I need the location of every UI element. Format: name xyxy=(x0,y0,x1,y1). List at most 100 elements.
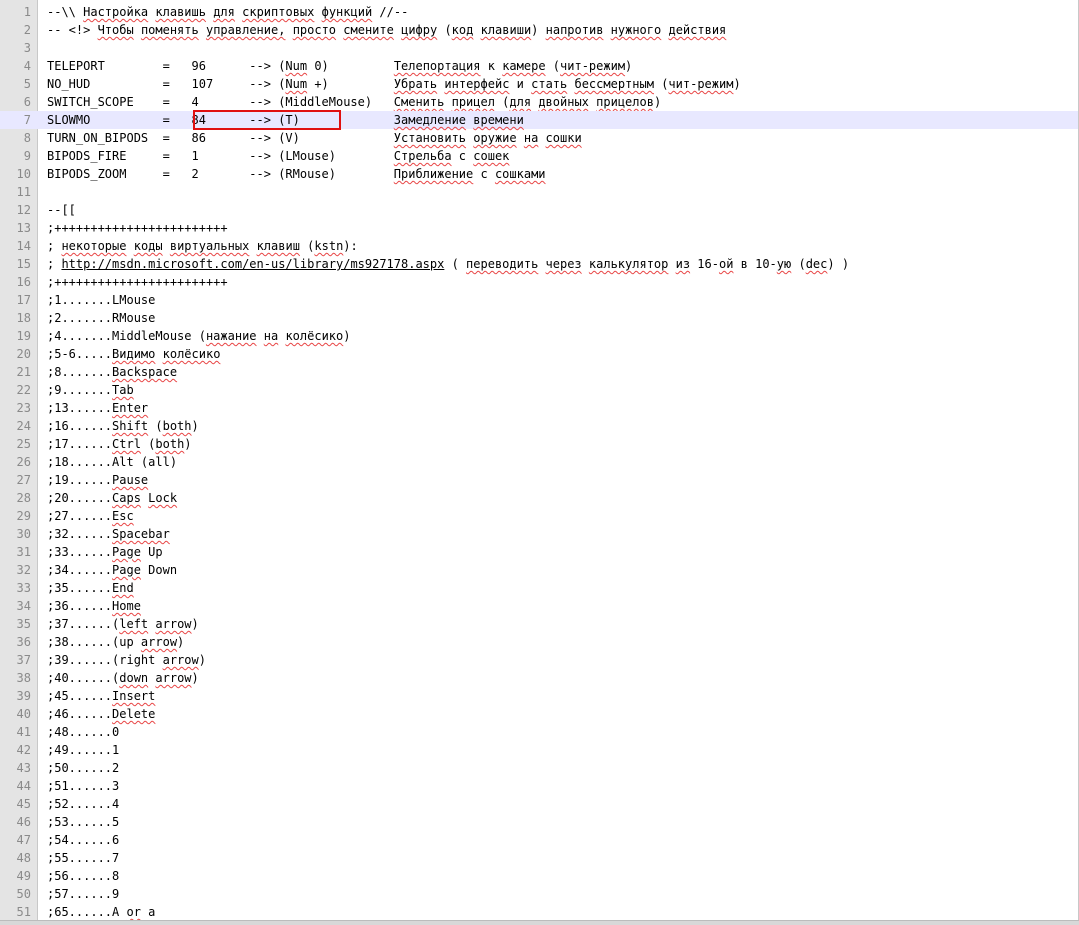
code-line[interactable]: 16 ;++++++++++++++++++++++++ xyxy=(0,273,1079,291)
code-text[interactable]: ;++++++++++++++++++++++++ xyxy=(47,273,228,291)
code-line[interactable]: 21 ;8.......Backspace xyxy=(0,363,1079,381)
code-line[interactable]: 49 ;56......8 xyxy=(0,867,1079,885)
code-line[interactable]: 30 ;32......Spacebar xyxy=(0,525,1079,543)
code-line[interactable]: 35 ;37......(left arrow) xyxy=(0,615,1079,633)
code-line[interactable]: 46 ;53......5 xyxy=(0,813,1079,831)
code-line[interactable]: 48 ;55......7 xyxy=(0,849,1079,867)
code-text[interactable]: ;36......Home xyxy=(47,597,141,615)
code-editor[interactable]: 1 --\\ Настройка клавишь для скриптовых ф… xyxy=(0,0,1079,925)
code-line[interactable]: 8 TURN_ON_BIPODS = 86 --> (V) Установить … xyxy=(0,129,1079,147)
code-text[interactable]: ;38......(up arrow) xyxy=(47,633,184,651)
code-line[interactable]: 37 ;39......(right arrow) xyxy=(0,651,1079,669)
code-line[interactable]: 36 ;38......(up arrow) xyxy=(0,633,1079,651)
code-text[interactable]: ;45......Insert xyxy=(47,687,155,705)
code-text[interactable]: ;18......Alt (all) xyxy=(47,453,177,471)
code-line[interactable]: 27 ;19......Pause xyxy=(0,471,1079,489)
code-text[interactable]: ; http://msdn.microsoft.com/en-us/librar… xyxy=(47,255,849,273)
code-text[interactable]: TELEPORT = 96 --> (Num 0) Телепортация к… xyxy=(47,57,632,75)
code-text[interactable]: ; некоторые коды виртуальных клавиш (kst… xyxy=(47,237,358,255)
code-text[interactable]: --\\ Настройка клавишь для скриптовых фу… xyxy=(47,3,408,21)
code-text[interactable]: ;52......4 xyxy=(47,795,119,813)
code-line[interactable]: 32 ;34......Page Down xyxy=(0,561,1079,579)
code-text[interactable]: ;13......Enter xyxy=(47,399,148,417)
code-text[interactable]: ;39......(right arrow) xyxy=(47,651,206,669)
current-code-line[interactable]: 7 SLOWMO = 84 --> (T) Замедление времени xyxy=(0,111,1079,129)
code-line[interactable]: 4 TELEPORT = 96 --> (Num 0) Телепортация … xyxy=(0,57,1079,75)
code-text[interactable]: ;57......9 xyxy=(47,885,119,903)
code-line[interactable]: 12 --[[ xyxy=(0,201,1079,219)
code-line[interactable]: 28 ;20......Caps Lock xyxy=(0,489,1079,507)
code-line[interactable]: 43 ;50......2 xyxy=(0,759,1079,777)
code-lines[interactable]: 1 --\\ Настройка клавишь для скриптовых ф… xyxy=(0,3,1079,921)
code-text[interactable]: SWITCH_SCOPE = 4 --> (MiddleMouse) Смени… xyxy=(47,93,661,111)
code-line[interactable]: 44 ;51......3 xyxy=(0,777,1079,795)
code-line[interactable]: 17 ;1.......LMouse xyxy=(0,291,1079,309)
code-text[interactable]: ;55......7 xyxy=(47,849,119,867)
code-text[interactable]: ;34......Page Down xyxy=(47,561,177,579)
code-line[interactable]: 14; некоторые коды виртуальных клавиш (k… xyxy=(0,237,1079,255)
code-line[interactable]: 42 ;49......1 xyxy=(0,741,1079,759)
code-line[interactable]: 31 ;33......Page Up xyxy=(0,543,1079,561)
code-text[interactable]: ;51......3 xyxy=(47,777,119,795)
code-text[interactable]: ;2.......RMouse xyxy=(47,309,155,327)
code-text[interactable]: ;46......Delete xyxy=(47,705,155,723)
code-line[interactable]: 11 xyxy=(0,183,1079,201)
code-line[interactable]: 23 ;13......Enter xyxy=(0,399,1079,417)
code-text[interactable]: ;33......Page Up xyxy=(47,543,163,561)
code-line[interactable]: 5 NO_HUD = 107 --> (Num +) Убрать интерфе… xyxy=(0,75,1079,93)
code-line[interactable]: 13 ;++++++++++++++++++++++++ xyxy=(0,219,1079,237)
code-line[interactable]: 41 ;48......0 xyxy=(0,723,1079,741)
code-text[interactable]: ;53......5 xyxy=(47,813,119,831)
code-text[interactable]: NO_HUD = 107 --> (Num +) Убрать интерфей… xyxy=(47,75,741,93)
code-line[interactable]: 50 ;57......9 xyxy=(0,885,1079,903)
code-text[interactable]: ;35......End xyxy=(47,579,134,597)
code-line[interactable]: 6 SWITCH_SCOPE = 4 --> (MiddleMouse) Смен… xyxy=(0,93,1079,111)
code-line[interactable]: 33 ;35......End xyxy=(0,579,1079,597)
code-text[interactable]: ;1.......LMouse xyxy=(47,291,155,309)
code-text[interactable]: ;27......Esc xyxy=(47,507,134,525)
horizontal-scrollbar[interactable] xyxy=(0,920,1079,925)
code-line[interactable]: 34 ;36......Home xyxy=(0,597,1079,615)
code-line[interactable]: 40 ;46......Delete xyxy=(0,705,1079,723)
code-line[interactable]: 19 ;4.......MiddleMouse (нажание на колёс… xyxy=(0,327,1079,345)
code-line[interactable]: 3 xyxy=(0,39,1079,57)
code-line[interactable]: 20 ;5-6.....Видимо колёсико xyxy=(0,345,1079,363)
code-text[interactable]: ;4.......MiddleMouse (нажание на колёсик… xyxy=(47,327,350,345)
code-text[interactable]: ;++++++++++++++++++++++++ xyxy=(47,219,228,237)
code-text[interactable]: ;9.......Tab xyxy=(47,381,134,399)
code-line[interactable]: 1 --\\ Настройка клавишь для скриптовых ф… xyxy=(0,3,1079,21)
code-line[interactable]: 39 ;45......Insert xyxy=(0,687,1079,705)
code-text[interactable]: ;20......Caps Lock xyxy=(47,489,177,507)
code-text[interactable]: ;49......1 xyxy=(47,741,119,759)
code-line[interactable]: 2 -- <!> Чтобы поменять управление, прост… xyxy=(0,21,1079,39)
code-line[interactable]: 15; http://msdn.microsoft.com/en-us/libr… xyxy=(0,255,1079,273)
code-text[interactable]: TURN_ON_BIPODS = 86 --> (V) Установить о… xyxy=(47,129,582,147)
code-text[interactable]: ;17......Ctrl (both) xyxy=(47,435,192,453)
code-line[interactable]: 26 ;18......Alt (all) xyxy=(0,453,1079,471)
code-line[interactable]: 18 ;2.......RMouse xyxy=(0,309,1079,327)
code-line[interactable]: 10 BIPODS_ZOOM = 2 --> (RMouse) Приближен… xyxy=(0,165,1079,183)
code-text[interactable]: BIPODS_ZOOM = 2 --> (RMouse) Приближение… xyxy=(47,165,546,183)
code-line[interactable]: 47 ;54......6 xyxy=(0,831,1079,849)
code-line[interactable]: 38 ;40......(down arrow) xyxy=(0,669,1079,687)
code-line[interactable]: 29 ;27......Esc xyxy=(0,507,1079,525)
code-line[interactable]: 51 ;65......A or a xyxy=(0,903,1079,921)
code-text[interactable]: ;16......Shift (both) xyxy=(47,417,199,435)
code-text[interactable]: ;65......A or a xyxy=(47,903,155,921)
code-text[interactable]: --[[ xyxy=(47,201,76,219)
code-line[interactable]: 25 ;17......Ctrl (both) xyxy=(0,435,1079,453)
code-text[interactable]: ;50......2 xyxy=(47,759,119,777)
url-link[interactable]: http://msdn.microsoft.com/en-us/library/… xyxy=(61,257,444,271)
code-line[interactable]: 22 ;9.......Tab xyxy=(0,381,1079,399)
code-text[interactable]: ;8.......Backspace xyxy=(47,363,177,381)
code-text[interactable]: ;32......Spacebar xyxy=(47,525,170,543)
code-text[interactable]: ;37......(left arrow) xyxy=(47,615,199,633)
code-text[interactable]: ;48......0 xyxy=(47,723,119,741)
code-line[interactable]: 24 ;16......Shift (both) xyxy=(0,417,1079,435)
code-text[interactable]: ;40......(down arrow) xyxy=(47,669,199,687)
code-text[interactable]: ;19......Pause xyxy=(47,471,148,489)
code-text[interactable]: BIPODS_FIRE = 1 --> (LMouse) Стрельба с … xyxy=(47,147,509,165)
code-text[interactable]: ;5-6.....Видимо колёсико xyxy=(47,345,220,363)
code-line[interactable]: 9 BIPODS_FIRE = 1 --> (LMouse) Стрельба с… xyxy=(0,147,1079,165)
code-text[interactable]: ;56......8 xyxy=(47,867,119,885)
